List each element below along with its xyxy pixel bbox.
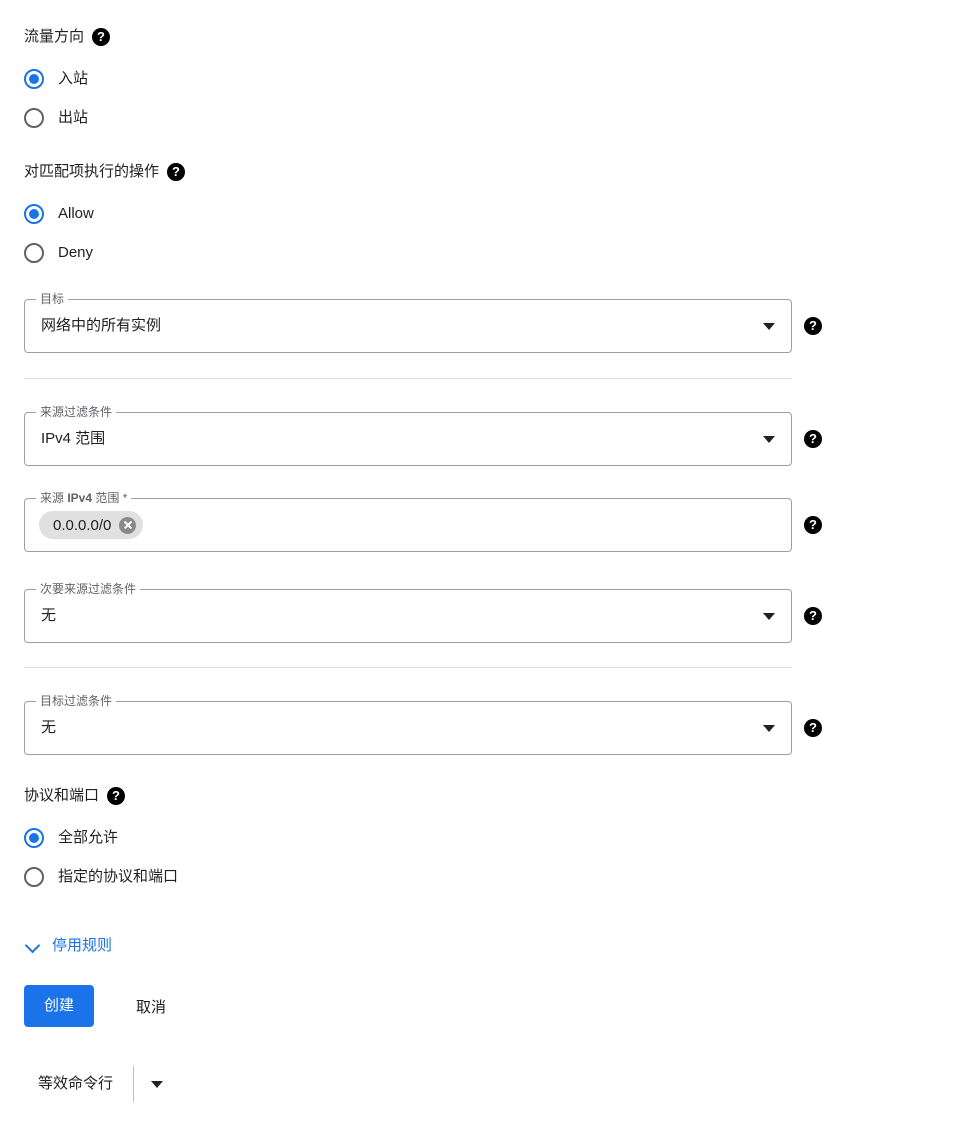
action-on-match-label: 对匹配项执行的操作 ? xyxy=(24,162,186,182)
targets-value: 网络中的所有实例 xyxy=(41,317,162,334)
form-actions: 创建 取消 xyxy=(24,985,184,1027)
section-divider xyxy=(24,378,792,379)
source-filter-select[interactable]: 来源过滤条件 IPv4 范围 xyxy=(24,405,792,466)
legend-prefix: 来源 xyxy=(40,491,68,505)
radio-protocols-specified[interactable]: 指定的协议和端口 xyxy=(24,860,178,894)
legend-suffix: 范围 * xyxy=(92,491,128,505)
radio-action-allow[interactable]: Allow xyxy=(24,197,94,231)
chevron-down-icon[interactable] xyxy=(763,323,775,330)
help-icon[interactable]: ? xyxy=(804,430,822,448)
equivalent-command-line-split-button[interactable]: 等效命令行 xyxy=(24,1064,180,1104)
equivalent-command-line-label[interactable]: 等效命令行 xyxy=(24,1064,133,1104)
create-button[interactable]: 创建 xyxy=(24,985,95,1027)
cancel-button[interactable]: 取消 xyxy=(118,985,184,1027)
help-icon[interactable]: ? xyxy=(107,787,126,805)
help-icon[interactable]: ? xyxy=(804,516,822,534)
radio-indicator[interactable] xyxy=(24,828,44,848)
help-icon[interactable]: ? xyxy=(167,163,186,181)
chip[interactable]: 0.0.0.0/0 xyxy=(39,511,144,539)
source-filter-field-row: 来源过滤条件 IPv4 范围 ? xyxy=(24,405,822,466)
targets-field-row: 目标 网络中的所有实例 ? xyxy=(24,292,822,353)
radio-label: 全部允许 xyxy=(58,829,119,846)
help-icon[interactable]: ? xyxy=(804,719,822,737)
disable-rule-expander[interactable]: 停用规则 xyxy=(26,934,112,955)
disable-rule-label: 停用规则 xyxy=(52,937,113,954)
targets-legend: 目标 xyxy=(36,292,69,306)
chevron-down-icon[interactable] xyxy=(26,938,40,952)
radio-indicator[interactable] xyxy=(24,867,44,887)
source-filter-value: IPv4 范围 xyxy=(41,430,106,447)
help-icon[interactable]: ? xyxy=(92,28,111,46)
secondary-source-filter-field-row: 次要来源过滤条件 无 ? xyxy=(24,582,822,643)
targets-select[interactable]: 目标 网络中的所有实例 xyxy=(24,292,792,353)
radio-protocols-allow-all[interactable]: 全部允许 xyxy=(24,821,118,855)
chevron-down-icon[interactable] xyxy=(763,725,775,732)
chevron-down-icon[interactable] xyxy=(763,613,775,620)
destination-filter-field-row: 目标过滤条件 无 ? xyxy=(24,694,822,755)
protocols-and-ports-label: 协议和端口 ? xyxy=(24,786,126,806)
radio-traffic-direction-egress[interactable]: 出站 xyxy=(24,101,88,135)
equivalent-command-line-toggle[interactable] xyxy=(134,1064,180,1104)
radio-label: 入站 xyxy=(58,70,89,87)
destination-filter-value: 无 xyxy=(41,719,57,736)
help-icon[interactable]: ? xyxy=(804,317,822,335)
source-ipv4-ranges-input[interactable]: 来源 IPv4 范围 * 0.0.0.0/0 xyxy=(24,491,792,552)
secondary-source-filter-value: 无 xyxy=(41,607,57,624)
source-ipv4-ranges-legend: 来源 IPv4 范围 * xyxy=(36,491,132,505)
radio-indicator[interactable] xyxy=(24,69,44,89)
protocols-and-ports-label-text: 协议和端口 xyxy=(24,787,100,804)
chevron-down-icon[interactable] xyxy=(151,1080,164,1088)
radio-indicator[interactable] xyxy=(24,204,44,224)
source-ipv4-ranges-field-row: 来源 IPv4 范围 * 0.0.0.0/0 ? xyxy=(24,491,822,552)
radio-label: 出站 xyxy=(58,109,89,126)
help-icon[interactable]: ? xyxy=(804,607,822,625)
chip-label: 0.0.0.0/0 xyxy=(53,516,112,534)
action-on-match-label-text: 对匹配项执行的操作 xyxy=(24,163,160,180)
radio-indicator[interactable] xyxy=(24,108,44,128)
radio-label: Deny xyxy=(58,244,94,261)
destination-filter-select[interactable]: 目标过滤条件 无 xyxy=(24,694,792,755)
firewall-rule-form: 流量方向 ? 入站 出站 对匹配项执行的操作 ? Allow Deny 目标 网… xyxy=(0,0,963,1132)
source-filter-legend: 来源过滤条件 xyxy=(36,405,117,419)
radio-traffic-direction-ingress[interactable]: 入站 xyxy=(24,62,88,96)
close-circle-icon[interactable] xyxy=(119,516,137,534)
traffic-direction-label: 流量方向 ? xyxy=(24,27,111,47)
chevron-down-icon[interactable] xyxy=(763,436,775,443)
radio-label: Allow xyxy=(58,205,94,222)
radio-label: 指定的协议和端口 xyxy=(58,868,179,885)
radio-indicator[interactable] xyxy=(24,243,44,263)
radio-action-deny[interactable]: Deny xyxy=(24,236,93,270)
traffic-direction-label-text: 流量方向 xyxy=(24,28,85,45)
destination-filter-legend: 目标过滤条件 xyxy=(36,694,117,708)
legend-bold: IPv4 xyxy=(67,491,93,505)
secondary-source-filter-legend: 次要来源过滤条件 xyxy=(36,582,141,596)
section-divider xyxy=(24,667,792,668)
secondary-source-filter-select[interactable]: 次要来源过滤条件 无 xyxy=(24,582,792,643)
